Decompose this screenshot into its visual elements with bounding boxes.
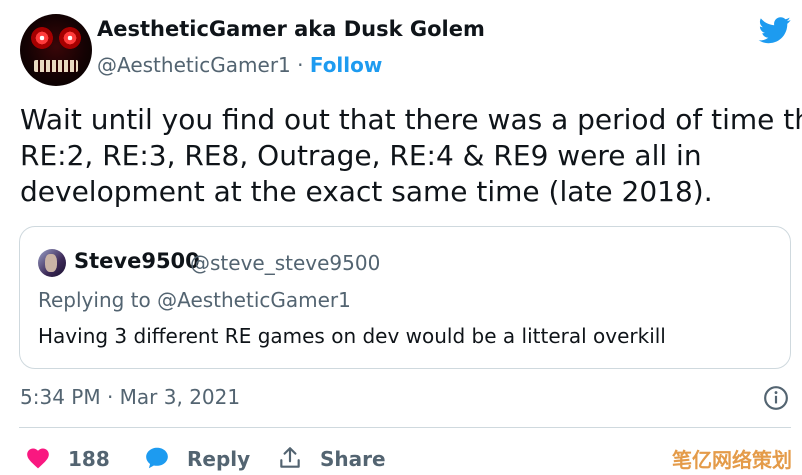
author-display-name[interactable]: AestheticGamer aka Dusk Golem bbox=[97, 17, 485, 41]
reply-bubble-icon bbox=[146, 447, 168, 469]
tweet-text: Wait until you find out that there was a… bbox=[20, 102, 802, 210]
watermark-text: 笔亿网络策划 bbox=[672, 448, 792, 472]
share-label: Share bbox=[320, 447, 386, 471]
actions-divider bbox=[19, 427, 791, 428]
avatar-teeth bbox=[34, 60, 78, 72]
quoted-author-avatar bbox=[38, 249, 66, 277]
quoted-tweet-card[interactable]: Steve9500 @steve_steve9500 Replying to @… bbox=[19, 226, 791, 369]
quoted-author-name: Steve9500 bbox=[74, 249, 200, 273]
author-handle[interactable]: @AestheticGamer1 bbox=[97, 53, 291, 77]
quoted-tweet-text: Having 3 different RE games on dev would… bbox=[38, 324, 666, 348]
author-handle-row: @AestheticGamer1 · Follow bbox=[97, 53, 382, 77]
reply-label: Reply bbox=[187, 447, 251, 471]
author-avatar[interactable] bbox=[20, 14, 92, 86]
tweet-line: RE:2, RE:3, RE8, Outrage, RE:4 & RE9 wer… bbox=[20, 139, 702, 172]
quoted-replying-to: Replying to @AestheticGamer1 bbox=[38, 288, 351, 312]
handle-separator: · bbox=[297, 53, 304, 77]
share-icon bbox=[280, 447, 300, 468]
like-count: 188 bbox=[68, 447, 110, 471]
twitter-bird-icon[interactable] bbox=[757, 14, 793, 46]
tweet-line: Wait until you find out that there was a… bbox=[20, 103, 802, 136]
quoted-author-handle: @steve_steve9500 bbox=[190, 251, 381, 275]
avatar-right-eye bbox=[59, 27, 81, 49]
avatar-left-eye bbox=[31, 27, 53, 49]
tweet-line: development at the exact same time (late… bbox=[20, 175, 713, 208]
heart-icon bbox=[27, 448, 49, 469]
tweet-timestamp[interactable]: 5:34 PM · Mar 3, 2021 bbox=[20, 385, 240, 409]
follow-button[interactable]: Follow bbox=[310, 53, 383, 77]
info-icon[interactable] bbox=[763, 385, 789, 411]
